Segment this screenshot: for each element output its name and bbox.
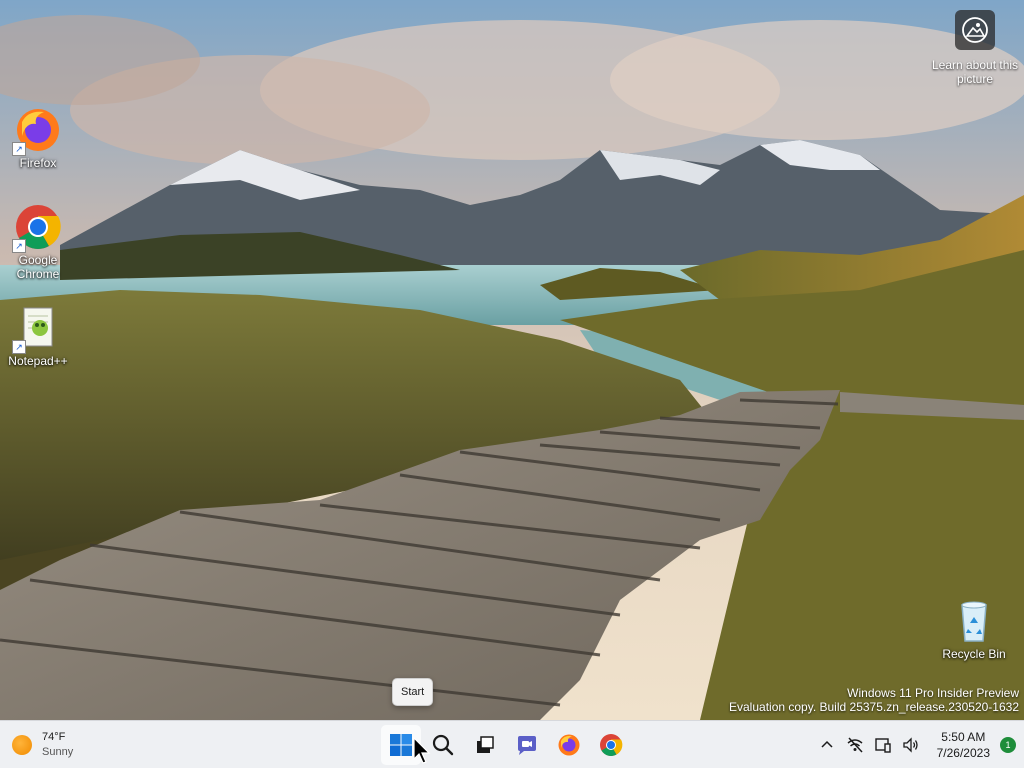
recycle-bin-icon bbox=[950, 597, 998, 645]
weather-widget[interactable]: 74°F Sunny bbox=[12, 727, 73, 763]
taskbar-chrome-button[interactable] bbox=[591, 725, 631, 765]
desktop-icon-firefox[interactable]: ↗ Firefox bbox=[0, 106, 76, 170]
shortcut-arrow-icon: ↗ bbox=[12, 142, 26, 156]
watermark-line-2: Evaluation copy. Build 25375.zn_release.… bbox=[729, 700, 1019, 714]
taskbar: 74°F Sunny 5:50 AM 7/26/2023 1 bbox=[0, 720, 1024, 768]
volume-icon bbox=[902, 737, 918, 753]
camera-icon bbox=[955, 10, 995, 50]
clock-time: 5:50 AM bbox=[941, 730, 986, 744]
chrome-icon bbox=[600, 734, 623, 756]
shortcut-arrow-icon: ↗ bbox=[12, 340, 26, 354]
weather-condition: Sunny bbox=[42, 746, 74, 758]
desktop-wallpaper bbox=[0, 0, 1024, 720]
watermark-line-1: Windows 11 Pro Insider Preview bbox=[847, 686, 1019, 700]
desktop-icon-notepadpp[interactable]: ↗ Notepad++ bbox=[0, 304, 76, 368]
shortcut-arrow-icon: ↗ bbox=[12, 239, 26, 253]
volume-button[interactable] bbox=[899, 729, 923, 761]
weather-temperature: 74°F bbox=[42, 731, 66, 743]
network-button[interactable] bbox=[843, 729, 867, 761]
desktop-icon-label: Firefox bbox=[19, 156, 57, 170]
firefox-icon: ↗ bbox=[12, 106, 62, 156]
desktop[interactable]: ↗ Firefox ↗ Google Chrome ↗ Notepad++ Re… bbox=[0, 0, 1024, 768]
clock[interactable]: 5:50 AM 7/26/2023 bbox=[929, 729, 998, 761]
clock-date: 7/26/2023 bbox=[936, 746, 990, 760]
tablet-device-icon bbox=[874, 738, 891, 753]
desktop-icon-label: Google Chrome bbox=[16, 253, 60, 281]
evaluation-watermark: Windows 11 Pro Insider Preview Evaluatio… bbox=[729, 686, 1019, 714]
desktop-icon-label: Recycle Bin bbox=[942, 647, 1006, 661]
chat-icon bbox=[518, 736, 536, 755]
chrome-icon: ↗ bbox=[12, 203, 62, 253]
task-view-icon bbox=[477, 736, 494, 753]
search-icon bbox=[432, 734, 454, 756]
system-tray: 5:50 AM 7/26/2023 1 bbox=[813, 721, 1016, 768]
desktop-icon-chrome[interactable]: ↗ Google Chrome bbox=[0, 203, 76, 281]
notepad-plus-plus-icon: ↗ bbox=[12, 304, 62, 354]
learn-about-picture-button[interactable]: Learn about this picture bbox=[930, 10, 1020, 86]
mouse-cursor-icon bbox=[413, 737, 431, 764]
chat-button[interactable] bbox=[507, 725, 547, 765]
desktop-icon-label: Notepad++ bbox=[8, 354, 68, 368]
device-button[interactable] bbox=[871, 729, 895, 761]
windows-logo-icon bbox=[390, 734, 412, 756]
firefox-icon bbox=[558, 734, 580, 756]
task-view-button[interactable] bbox=[465, 725, 505, 765]
desktop-icon-recycle-bin[interactable]: Recycle Bin bbox=[936, 597, 1012, 661]
start-tooltip: Start bbox=[392, 678, 434, 706]
show-hidden-icons-button[interactable] bbox=[815, 729, 839, 761]
sun-icon bbox=[12, 735, 32, 755]
notification-badge[interactable]: 1 bbox=[1000, 737, 1016, 753]
network-off-icon bbox=[847, 737, 863, 753]
taskbar-firefox-button[interactable] bbox=[549, 725, 589, 765]
chevron-up-icon bbox=[821, 740, 833, 748]
learn-about-picture-label: Learn about this picture bbox=[931, 58, 1019, 86]
